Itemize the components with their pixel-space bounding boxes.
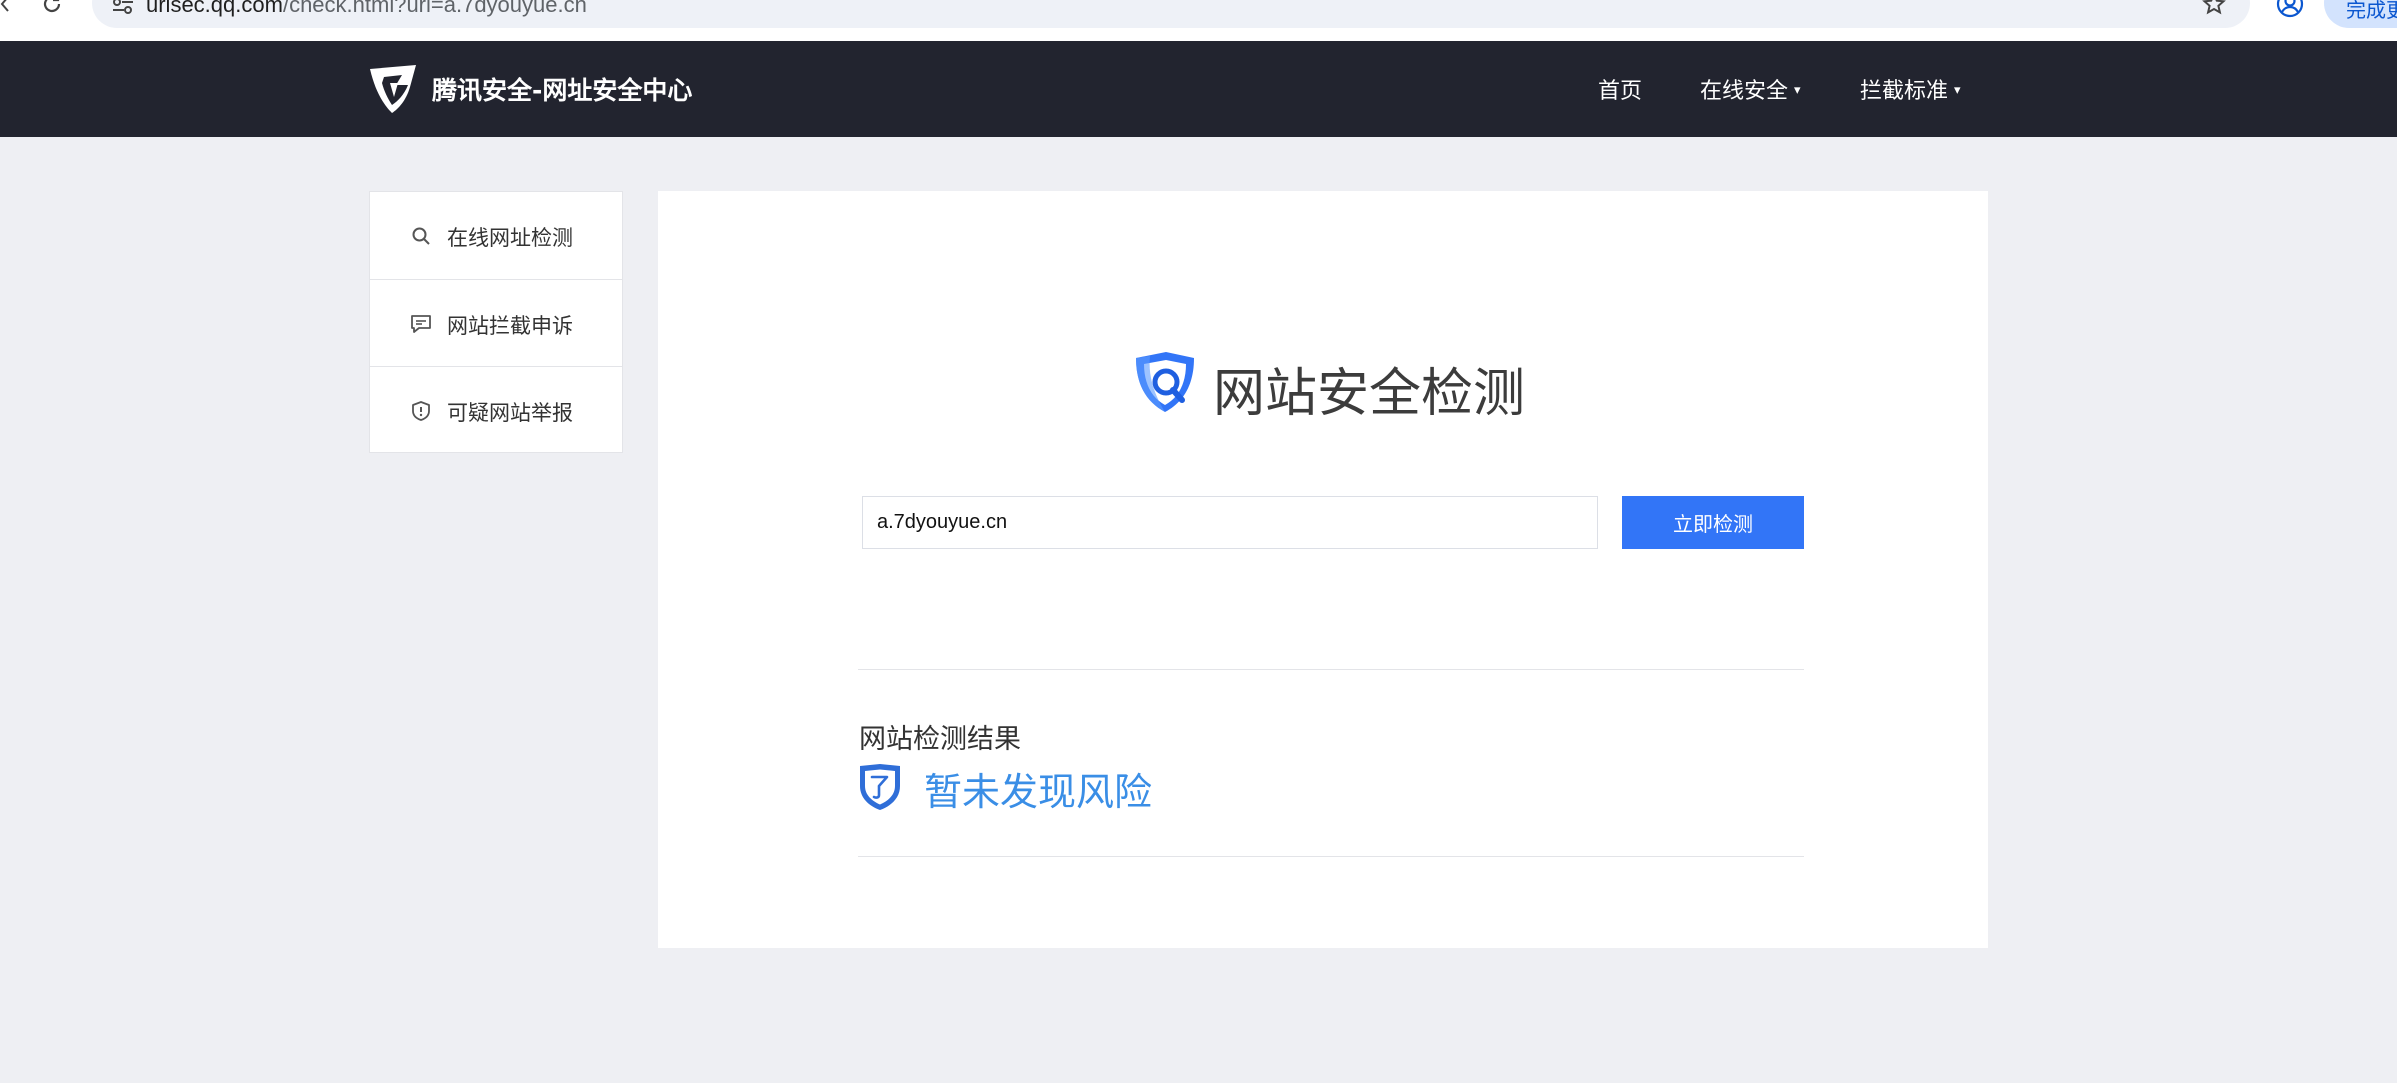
url-host: urlsec.qq.com: [146, 0, 283, 17]
address-bar[interactable]: urlsec.qq.com/check.html?url=a.7dyouyue.…: [92, 0, 2250, 28]
sidebar-item-url-check[interactable]: 在线网址检测: [370, 192, 622, 279]
nav-home[interactable]: 首页: [1598, 73, 1642, 105]
tencent-security-logo-icon[interactable]: [366, 61, 420, 115]
sidebar-item-report[interactable]: 可疑网站举报: [370, 366, 622, 454]
nav-block-standards-label: 拦截标准: [1860, 79, 1949, 104]
page-title: 网站安全检测: [1213, 364, 1526, 424]
nav-online-security-label: 在线安全: [1700, 79, 1789, 104]
browser-toolbar: urlsec.qq.com/check.html?url=a.7dyouyue.…: [0, 0, 2397, 41]
sidebar: 在线网址检测 网站拦截申诉 可疑网站举报: [369, 191, 623, 453]
profile-icon[interactable]: [2276, 0, 2304, 18]
chat-icon: [411, 315, 431, 333]
sidebar-item-label: 可疑网站举报: [447, 401, 573, 425]
back-chevron-icon[interactable]: [0, 0, 10, 12]
shield-alert-icon: [412, 401, 430, 421]
safe-shield-icon: [860, 764, 900, 810]
sidebar-item-label: 网站拦截申诉: [447, 314, 573, 338]
nav-block-standards[interactable]: 拦截标准 ▾: [1860, 73, 1961, 105]
site-info-icon[interactable]: [112, 0, 134, 14]
bookmark-star-icon[interactable]: [2200, 0, 2228, 16]
brand-title[interactable]: 腾讯安全-网址安全中心: [432, 71, 692, 107]
caret-down-icon: ▾: [1954, 82, 1961, 98]
reload-icon[interactable]: [40, 0, 64, 16]
check-now-button[interactable]: 立即检测: [1622, 496, 1804, 549]
url-input[interactable]: [862, 496, 1598, 549]
search-icon: [412, 227, 430, 245]
divider: [858, 669, 1804, 670]
result-heading: 网站检测结果: [859, 724, 1021, 755]
url-text: urlsec.qq.com/check.html?url=a.7dyouyue.…: [146, 0, 587, 18]
sidebar-item-label: 在线网址检测: [447, 226, 573, 250]
site-header: 腾讯安全-网址安全中心 首页 在线安全 ▾ 拦截标准 ▾: [0, 41, 2397, 137]
result-status: 暂未发现风险: [924, 770, 1153, 814]
main-panel: 网站安全检测 立即检测 网站检测结果 暂未发现风险: [658, 191, 1988, 948]
nav-home-label: 首页: [1598, 79, 1643, 104]
caret-down-icon: ▾: [1794, 82, 1801, 98]
sidebar-item-appeal[interactable]: 网站拦截申诉: [370, 279, 622, 367]
divider: [858, 856, 1804, 857]
security-check-logo-icon: [1136, 352, 1194, 412]
update-button[interactable]: 完成更新: [2324, 0, 2397, 28]
update-button-label: 完成更新: [2346, 0, 2397, 22]
nav-online-security[interactable]: 在线安全 ▾: [1700, 73, 1801, 105]
url-path: /check.html?url=a.7dyouyue.cn: [282, 0, 587, 17]
